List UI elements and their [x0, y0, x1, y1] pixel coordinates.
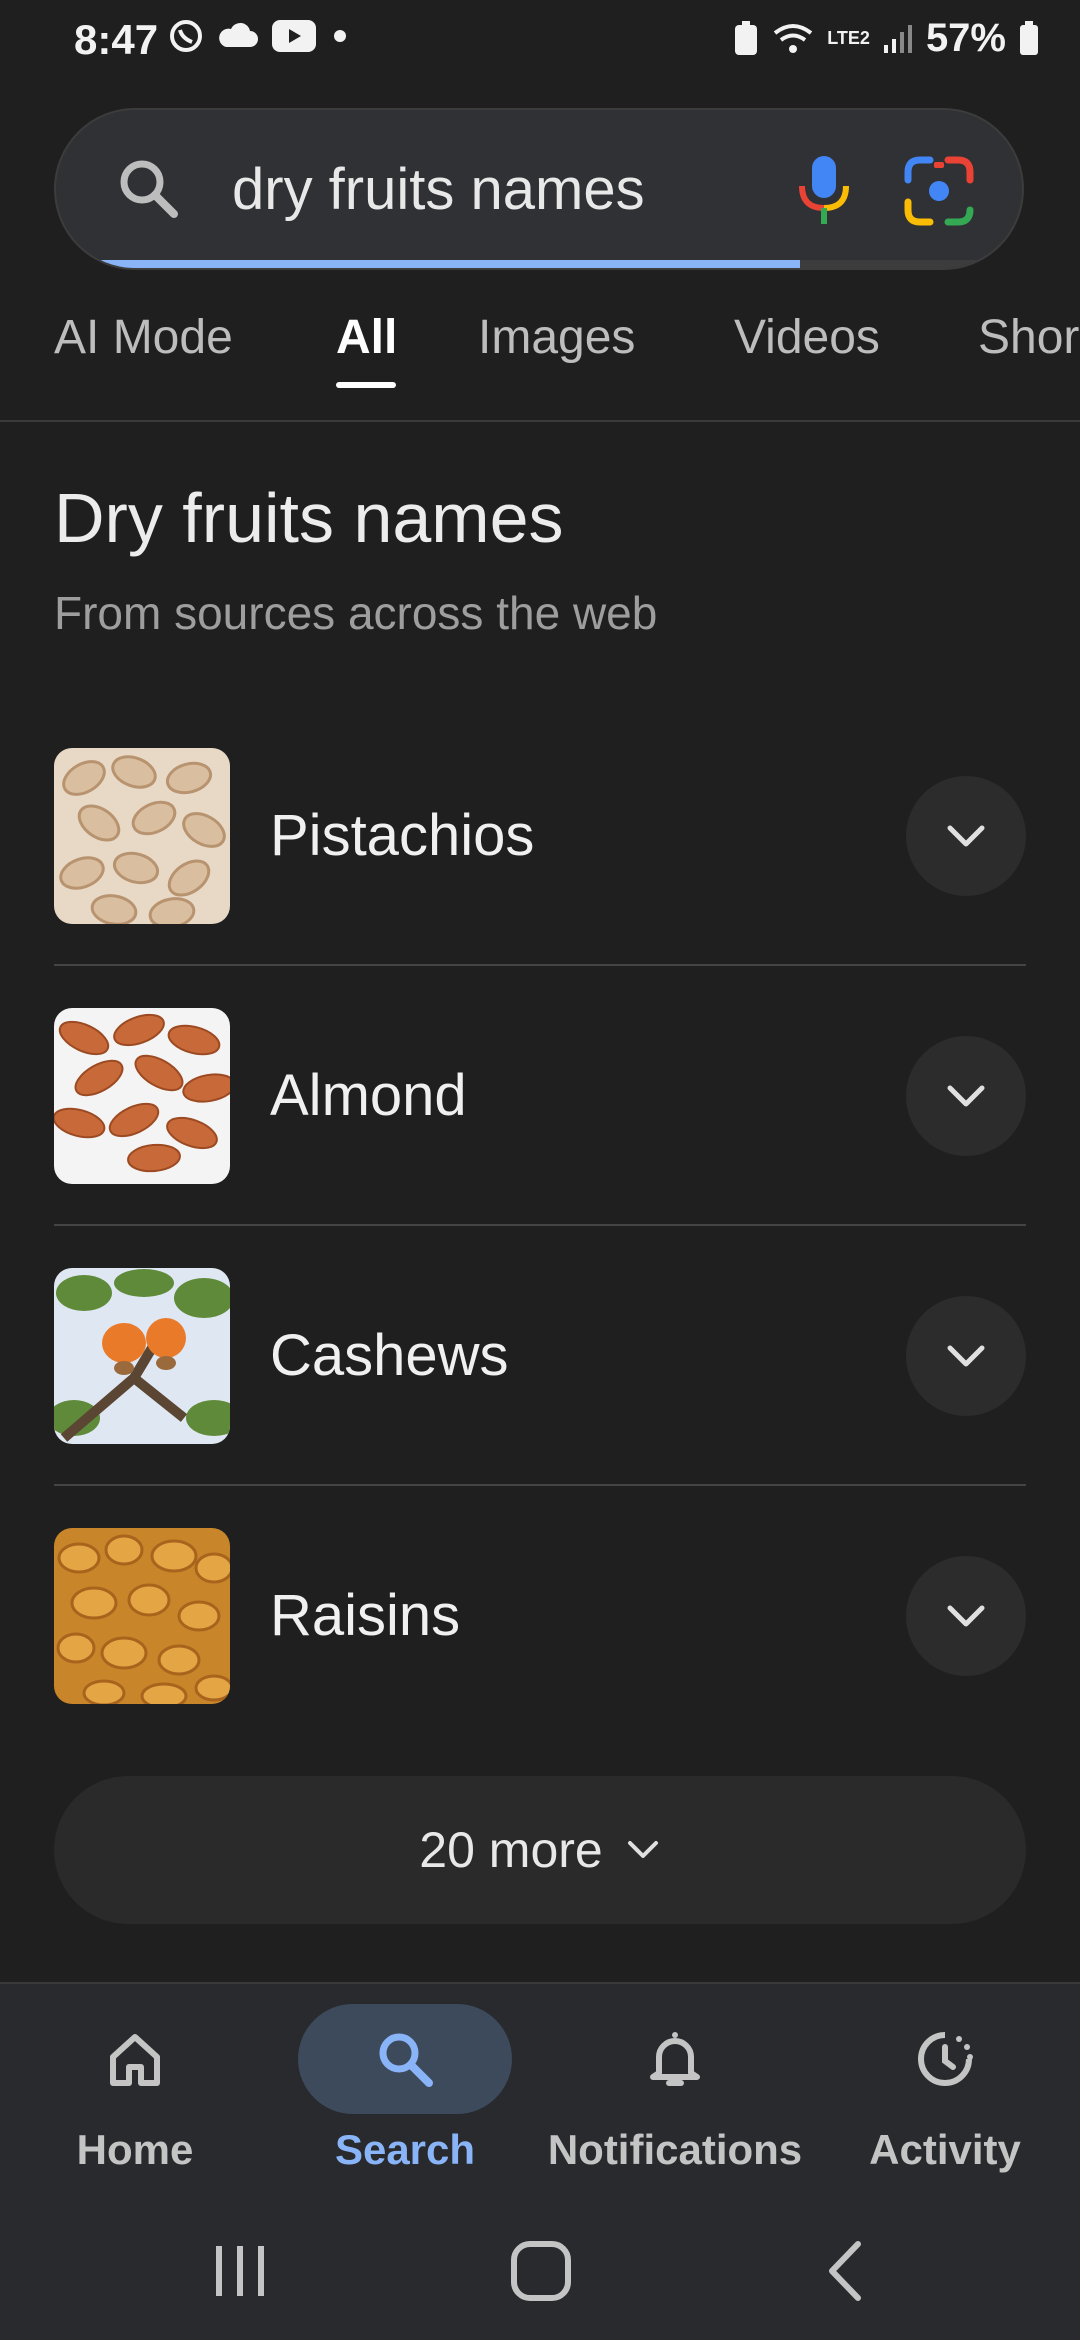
- divider: [54, 964, 1026, 966]
- nav-label: Home: [76, 2126, 194, 2173]
- network-label: LTE2: [827, 28, 870, 48]
- list-item-almond[interactable]: Almond: [54, 990, 1026, 1250]
- tab-all[interactable]: All: [336, 310, 397, 365]
- youtube-icon: [272, 20, 316, 52]
- status-system-icons: LTE2 57%: [733, 16, 1040, 61]
- search-input[interactable]: dry fruits names: [232, 156, 645, 223]
- list-item-label: Pistachios: [270, 803, 535, 868]
- list-item-label: Almond: [270, 1063, 467, 1128]
- nav-notifications[interactable]: Notifications: [540, 2004, 810, 2174]
- cloud-icon: [219, 22, 258, 47]
- active-tab-indicator: [336, 382, 396, 388]
- signal-icon: [883, 24, 912, 53]
- nav-label: Notifications: [547, 2126, 803, 2173]
- battery-icon: [1020, 20, 1038, 55]
- chevron-down-icon: [947, 1085, 985, 1107]
- home-icon-wrap: [28, 2004, 242, 2114]
- dry-fruits-list: Pistachios Almond Cashews Raisins: [54, 730, 1026, 1770]
- whatsapp-icon: [170, 20, 202, 52]
- cashews-thumbnail: [54, 1268, 230, 1444]
- list-item-label: Raisins: [270, 1583, 461, 1648]
- expand-button[interactable]: [906, 1036, 1026, 1156]
- result-title: Dry fruits names: [54, 479, 564, 557]
- search-bar[interactable]: dry fruits names: [54, 108, 1024, 270]
- system-navigation-bar: [0, 2206, 1080, 2340]
- show-more-button[interactable]: 20 more: [54, 1776, 1026, 1924]
- recent-apps-icon[interactable]: [210, 2236, 270, 2306]
- nav-label: Activity: [869, 2126, 1021, 2173]
- activity-icon-wrap: [838, 2004, 1052, 2114]
- activity-icon: [918, 2032, 973, 2086]
- status-bar: 8:47 LTE2 57%: [0, 0, 1080, 80]
- list-item-label: Cashews: [270, 1323, 509, 1388]
- nav-search[interactable]: Search: [270, 2004, 540, 2174]
- expand-button[interactable]: [906, 1556, 1026, 1676]
- bottom-navigation: Home Search Notifications Activity: [0, 1982, 1080, 2208]
- chevron-down-icon: [947, 1345, 985, 1367]
- tab-images[interactable]: Images: [478, 310, 635, 365]
- raisins-thumbnail: [54, 1528, 230, 1704]
- nav-activity[interactable]: Activity: [810, 2004, 1080, 2174]
- chevron-down-icon: [947, 1605, 985, 1627]
- pistachios-thumbnail: [54, 748, 230, 924]
- dot-icon: [334, 30, 346, 42]
- nav-label: Search: [334, 2126, 476, 2173]
- back-icon[interactable]: [820, 2236, 870, 2306]
- search-icon: [379, 2033, 433, 2087]
- expand-button[interactable]: [906, 1296, 1026, 1416]
- list-item-pistachios[interactable]: Pistachios: [54, 730, 1026, 990]
- loading-progress-fill: [56, 260, 800, 268]
- home-button-icon[interactable]: [508, 2236, 574, 2306]
- home-icon: [110, 2034, 160, 2086]
- battery-percent: 57%: [925, 16, 1006, 60]
- search-tabs: AI Mode All Images Videos Shor: [0, 300, 1080, 422]
- list-item-raisins[interactable]: Raisins: [54, 1510, 1026, 1770]
- bell-icon: [650, 2032, 700, 2086]
- wifi-icon: [774, 23, 813, 53]
- battery-saver-icon: [735, 20, 758, 55]
- tab-ai-mode[interactable]: AI Mode: [54, 310, 233, 365]
- microphone-icon[interactable]: [794, 154, 854, 226]
- list-item-cashews[interactable]: Cashews: [54, 1250, 1026, 1510]
- bell-icon-wrap: [568, 2004, 782, 2114]
- divider: [54, 1224, 1026, 1226]
- result-subtitle: From sources across the web: [54, 587, 658, 639]
- show-more-label: 20 more: [419, 1822, 603, 1878]
- status-notification-icons: [168, 18, 350, 54]
- status-time: 8:47: [74, 16, 159, 63]
- chevron-down-icon: [627, 1841, 658, 1858]
- loading-progress-track: [56, 260, 1022, 268]
- chevron-down-icon: [947, 825, 985, 847]
- almond-thumbnail: [54, 1008, 230, 1184]
- search-icon-wrap: [298, 2004, 512, 2114]
- divider: [54, 1484, 1026, 1486]
- tab-videos[interactable]: Videos: [734, 310, 880, 365]
- google-lens-icon[interactable]: [904, 156, 974, 226]
- expand-button[interactable]: [906, 776, 1026, 896]
- tab-shorts[interactable]: Shor: [978, 310, 1079, 365]
- nav-home[interactable]: Home: [0, 2004, 270, 2174]
- search-icon: [120, 160, 178, 218]
